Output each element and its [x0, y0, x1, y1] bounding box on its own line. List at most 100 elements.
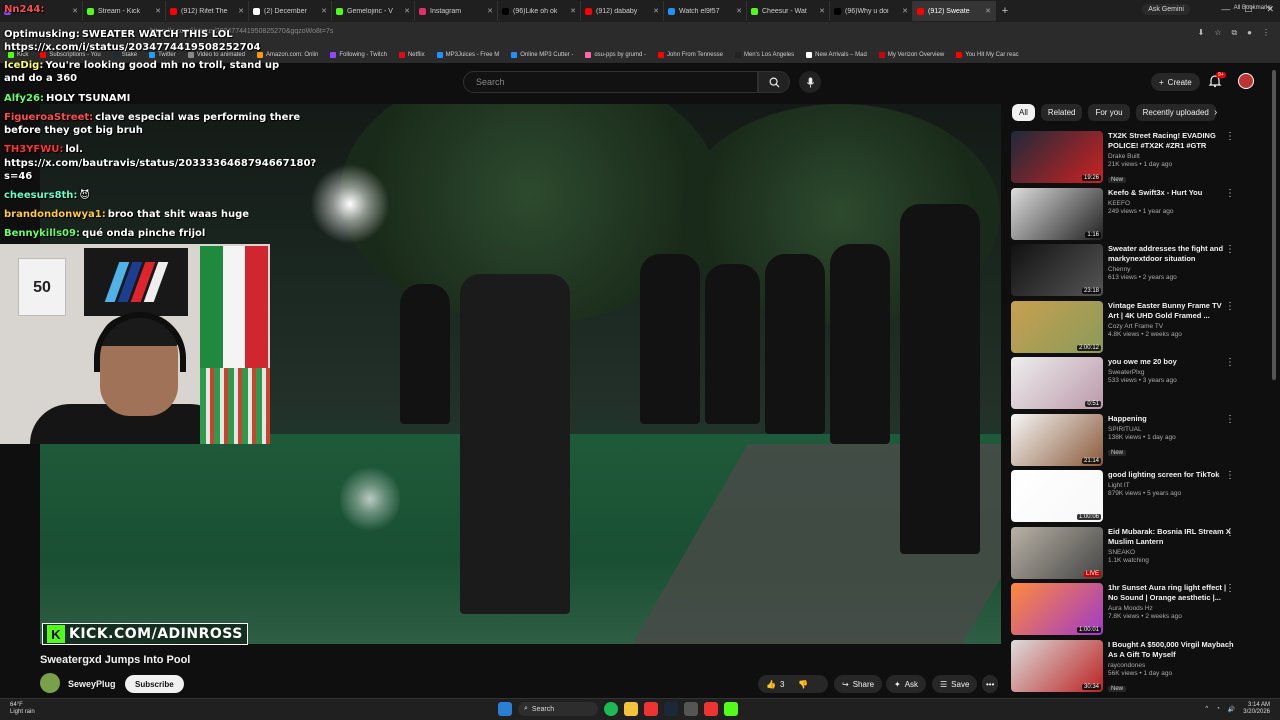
menu-icon[interactable]: ⋮ [1262, 28, 1270, 38]
bookmark-star-icon[interactable]: ☆ [1214, 28, 1221, 38]
bookmark-item[interactable]: New Arrivals – Mad [806, 51, 867, 58]
channel-name[interactable]: raycondones [1108, 662, 1234, 669]
channel-avatar[interactable] [40, 673, 60, 693]
browser-tab[interactable]: (912) Sweate ✕ [913, 1, 996, 21]
video-thumbnail[interactable]: 30:34 [1011, 639, 1103, 692]
video-title[interactable]: you owe me 20 boy [1108, 357, 1234, 367]
page-scrollbar[interactable] [1272, 70, 1276, 380]
weather-widget[interactable]: 64°F Light rain [10, 702, 35, 716]
channel-name[interactable]: Cozy Art Frame TV [1108, 323, 1234, 330]
video-thumbnail[interactable]: 2:00:12 [1011, 300, 1103, 353]
tab-close-icon[interactable]: ✕ [736, 7, 742, 15]
tab-close-icon[interactable]: ✕ [570, 7, 576, 15]
new-tab-button[interactable]: + [996, 5, 1014, 17]
browser-tab[interactable]: (912) Rifet The ✕ [166, 1, 249, 21]
bookmark-item[interactable]: Men's Los Angeles [734, 51, 794, 58]
create-button[interactable]: + Create [1151, 73, 1200, 91]
save-button[interactable]: ☰ Save [932, 675, 978, 693]
tab-close-icon[interactable]: ✕ [902, 7, 908, 15]
profile-icon[interactable]: ● [1247, 28, 1252, 38]
browser-tab[interactable]: (912) dababy ✕ [581, 1, 664, 21]
recommended-video[interactable]: LIVE Eid Mubarak: Bosnia IRL Stream X Mus… [1011, 526, 1261, 579]
share-button[interactable]: ↪ Share [834, 675, 883, 693]
volume-icon[interactable]: 🔊 [1228, 706, 1235, 713]
bookmark-item[interactable]: Online MP3 Cutter - [511, 51, 573, 58]
thumbs-down-icon[interactable]: 👎 [798, 680, 808, 689]
video-thumbnail[interactable]: 19:26 [1011, 131, 1103, 183]
all-bookmarks-button[interactable]: All Bookmarks [1234, 5, 1272, 11]
video-title[interactable]: Vintage Easter Bunny Frame TV Art | 4K U… [1108, 301, 1234, 321]
browser-tab[interactable]: Cheesur - Wat ✕ [747, 1, 830, 21]
ask-button[interactable]: ✦ Ask [886, 675, 927, 693]
browser-tab[interactable]: Watch el9f57 ✕ [664, 1, 747, 21]
extension-icon[interactable]: ⧉ [1231, 28, 1237, 38]
bookmark-item[interactable]: My Verizon Overview [878, 51, 944, 58]
video-thumbnail[interactable]: 0:51 [1011, 357, 1103, 409]
bookmark-item[interactable]: John From Tennesse [658, 51, 723, 58]
bookmark-item[interactable]: osu-pps by grumd - [585, 51, 646, 58]
channel-name[interactable]: SNEAKO [1108, 549, 1234, 556]
app-icon[interactable] [684, 702, 698, 716]
chrome-icon[interactable] [644, 702, 658, 716]
video-title[interactable]: Eid Mubarak: Bosnia IRL Stream X Muslim … [1108, 527, 1234, 547]
video-thumbnail[interactable]: 21:14 [1011, 413, 1103, 466]
video-title[interactable]: Keefo & Swift3x - Hurt You [1108, 188, 1234, 198]
tab-close-icon[interactable]: ✕ [819, 7, 825, 15]
spotify-icon[interactable] [604, 702, 618, 716]
browser-tab[interactable]: Gemelojinc - V ✕ [332, 1, 415, 21]
more-actions-button[interactable]: ••• [982, 675, 999, 693]
video-thumbnail[interactable]: 1:16 [1011, 187, 1103, 240]
osu-icon[interactable] [704, 702, 718, 716]
more-options-icon[interactable]: ⋮ [1225, 131, 1235, 142]
tab-close-icon[interactable]: ✕ [404, 7, 410, 15]
channel-name[interactable]: Aura Moods Hz [1108, 605, 1234, 612]
steam-icon[interactable] [664, 702, 678, 716]
tab-close-icon[interactable]: ✕ [321, 7, 327, 15]
recommended-video[interactable]: 1:00:06 good lighting screen for TikTok Li… [1011, 470, 1261, 522]
recommended-video[interactable]: 0:51 you owe me 20 boy SweaterPlxg 533 view… [1011, 357, 1261, 409]
windows-start-icon[interactable] [498, 702, 512, 716]
tab-close-icon[interactable]: ✕ [985, 7, 991, 15]
recommended-video[interactable]: 1:00:01 1hr Sunset Aura ring light effect… [1011, 583, 1261, 635]
recommended-video[interactable]: 30:34 I Bought A $500,000 Virgil Maybach … [1011, 639, 1261, 692]
system-clock[interactable]: 3:14 AM 3/20/2026 [1243, 702, 1270, 716]
video-thumbnail[interactable]: LIVE [1011, 526, 1103, 579]
bookmark-item[interactable]: Netflix [398, 51, 425, 58]
recommended-video[interactable]: 21:14 Happening SPIRITUAL 138K views • 1 da… [1011, 413, 1261, 466]
browser-tab[interactable]: Stream - Kick ✕ [83, 1, 166, 21]
more-options-icon[interactable]: ⋮ [1225, 527, 1235, 538]
filter-chip[interactable]: For you [1088, 104, 1130, 121]
voice-search-button[interactable] [799, 71, 821, 93]
file-explorer-icon[interactable] [624, 702, 638, 716]
video-thumbnail[interactable]: 23:18 [1011, 244, 1103, 296]
taskbar-search[interactable]: ⌕ Search [518, 702, 598, 716]
more-options-icon[interactable]: ⋮ [1225, 188, 1235, 199]
channel-name[interactable]: SeweyPlug [68, 679, 116, 689]
browser-tab[interactable]: (2) December ✕ [249, 1, 332, 21]
thumbs-up-icon[interactable]: 👍 [766, 680, 776, 689]
video-title[interactable]: good lighting screen for TikTok [1108, 470, 1234, 480]
channel-name[interactable]: SweaterPlxg [1108, 369, 1234, 376]
wifi-icon[interactable]: ◔ [1216, 706, 1220, 712]
channel-name[interactable]: Drake Built [1108, 153, 1234, 160]
more-options-icon[interactable]: ⋮ [1225, 640, 1235, 651]
more-options-icon[interactable]: ⋮ [1225, 301, 1235, 312]
video-title[interactable]: TX2K Street Racing! EVADING POLICE! #TX2… [1108, 131, 1234, 151]
subscribe-button[interactable]: Subscribe [125, 675, 184, 693]
tab-close-icon[interactable]: ✕ [487, 7, 493, 15]
channel-name[interactable]: Light IT [1108, 482, 1234, 489]
more-options-icon[interactable]: ⋮ [1225, 583, 1235, 594]
more-options-icon[interactable]: ⋮ [1225, 414, 1235, 425]
video-thumbnail[interactable]: 1:00:06 [1011, 470, 1103, 522]
kick-app-icon[interactable] [724, 702, 738, 716]
search-input[interactable]: Search [463, 71, 758, 93]
recommended-video[interactable]: 2:00:12 Vintage Easter Bunny Frame TV Art… [1011, 300, 1261, 353]
recommended-video[interactable]: 23:18 Sweater addresses the fight and mar… [1011, 244, 1261, 296]
channel-name[interactable]: Chenny [1108, 266, 1234, 273]
video-title[interactable]: Sweater addresses the fight and markynex… [1108, 244, 1234, 264]
video-title[interactable]: 1hr Sunset Aura ring light effect | No S… [1108, 583, 1234, 603]
search-button[interactable] [758, 71, 790, 93]
tray-chevron-icon[interactable]: ^ [1205, 706, 1208, 712]
browser-tab[interactable]: (96)Like oh ok ✕ [498, 1, 581, 21]
minimize-icon[interactable]: — [1221, 4, 1230, 15]
